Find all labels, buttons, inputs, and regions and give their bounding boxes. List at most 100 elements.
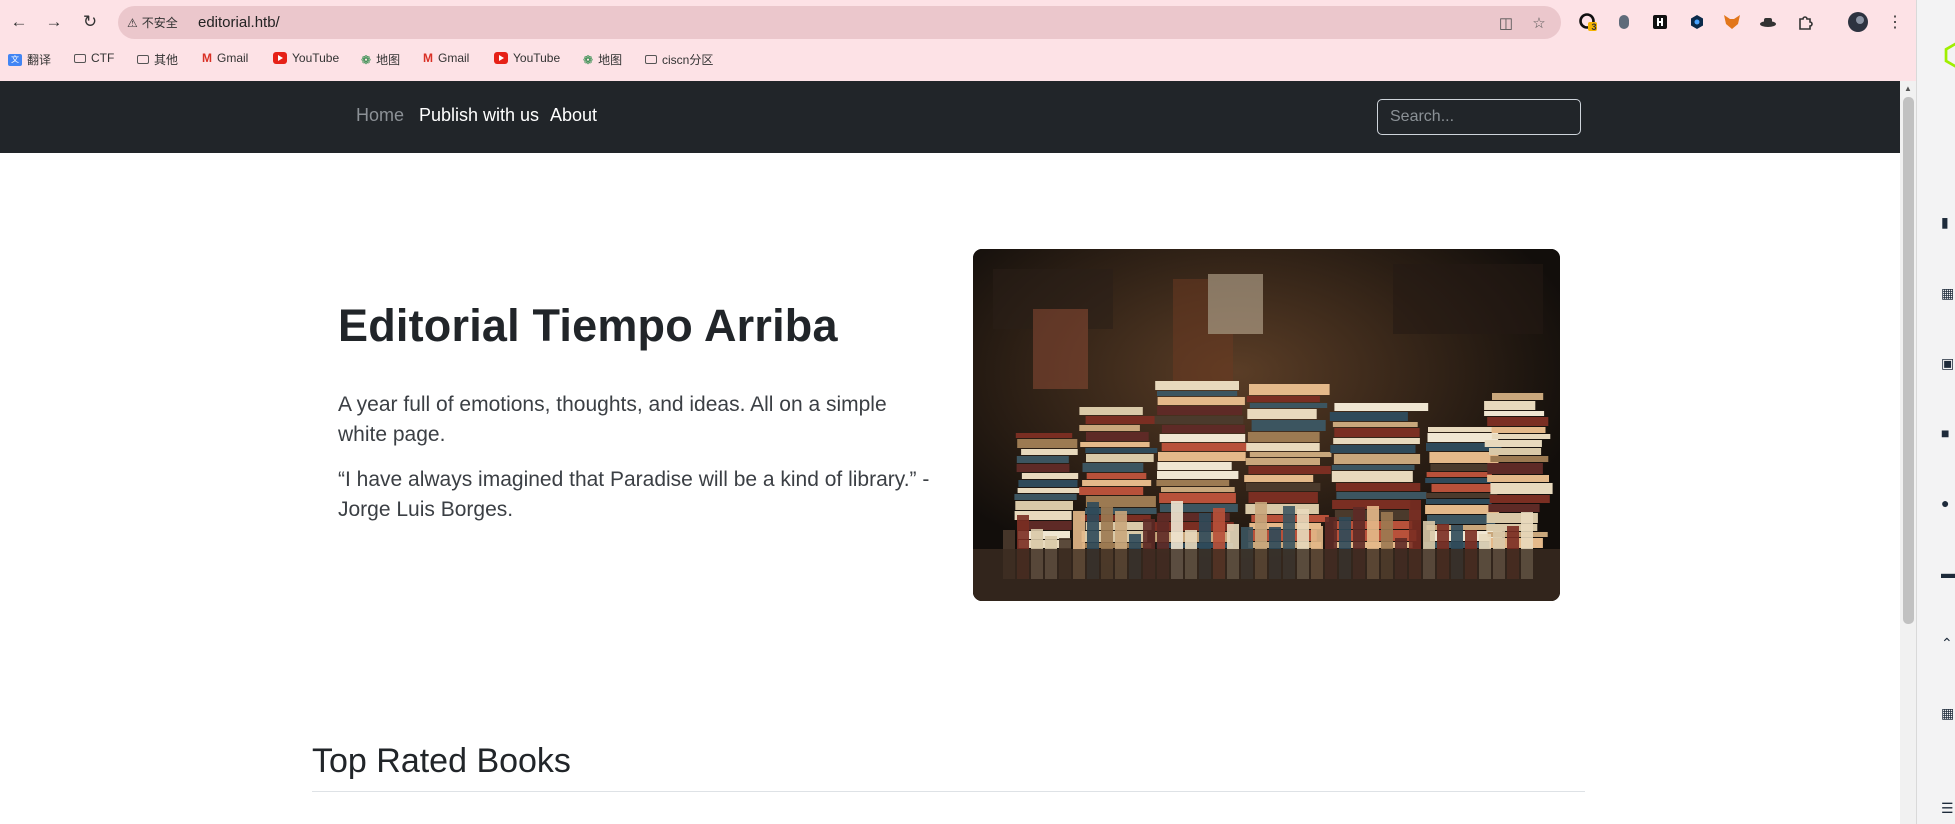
book-spine [1426,493,1498,498]
extension-badge: 3 [1591,22,1597,32]
book-spine [1489,448,1542,455]
bookmark-item[interactable]: YouTube [273,51,339,65]
book-spine [1490,456,1549,462]
warning-triangle-icon: ⚠ [127,15,138,30]
bookmark-item[interactable]: YouTube [494,51,560,65]
bookstore-hero-image [973,249,1560,601]
book-spine [1249,384,1330,395]
search-input[interactable] [1377,99,1581,135]
book-spine [1425,478,1492,483]
sidepanel-book-icon[interactable]: ▮ [1941,214,1955,229]
books-illustration [973,249,1560,601]
book-spine [1086,432,1149,441]
gmail-icon: M [202,51,212,65]
bookmark-folder[interactable]: ciscn分区 [645,51,713,68]
sidepanel-lock-icon[interactable]: ■ [1941,425,1955,440]
book-spine [1082,480,1152,486]
bookmark-folder[interactable]: CTF [74,51,114,65]
security-label: 不安全 [141,16,178,30]
book-spine [1156,480,1230,486]
reload-icon[interactable]: ↻ [79,11,101,33]
gmail-icon: M [423,51,433,65]
book-spine [1158,452,1246,461]
book-spine [1334,428,1420,437]
book-spine [1014,494,1077,500]
extension-mouse-icon[interactable] [1614,12,1634,32]
book-spine [1251,420,1326,431]
bookmark-item[interactable]: 文翻译 [8,51,51,68]
address-bar[interactable]: ⚠ 不安全 editorial.htb/ ◫ ☆ [118,6,1561,39]
bookmark-star-icon[interactable]: ☆ [1529,13,1549,33]
folder-icon [137,55,149,64]
book-spine [1429,452,1499,463]
scroll-up-arrow-icon[interactable]: ▲ [1904,84,1912,93]
nav-home-link[interactable]: Home [356,105,404,126]
book-spine [1249,403,1328,408]
url-text[interactable]: editorial.htb/ [198,14,280,31]
nav-publish-link[interactable]: Publish with us [419,105,539,126]
youtube-icon [494,52,508,64]
extension-hexagon-icon[interactable] [1687,12,1707,32]
browser-menu-icon[interactable]: ⋮ [1885,12,1905,32]
sidepanel-list-icon[interactable]: ☰ [1941,800,1955,815]
sidepanel-shield-icon[interactable]: ● [1941,495,1955,510]
book-spine [1426,499,1492,504]
book-spine [1484,401,1536,410]
security-indicator[interactable]: ⚠ 不安全 [127,14,178,31]
book-spine [1086,473,1147,479]
nav-about-link[interactable]: About [550,105,597,126]
bookmarks-bar: 文翻译 CTF 其他 M Gmail YouTube ❁ 地图 M Gmail You… [0,48,1916,72]
sidepanel-calendar2-icon[interactable]: ▦ [1941,705,1955,720]
book-spine [1334,403,1429,411]
book-spine [1157,462,1232,470]
bookmark-item[interactable]: M Gmail [202,51,248,65]
translate-icon: 文 [8,53,22,66]
book-spine [1157,406,1243,415]
book-spine [1335,483,1421,491]
bookmark-folder[interactable]: 其他 [137,51,178,68]
book-spine [1487,417,1549,426]
book-spine [1157,471,1239,479]
book-spine [1426,472,1492,477]
translate-icon[interactable]: ◫ [1496,13,1516,33]
book-spine [1085,448,1158,453]
folder-icon [645,55,657,64]
bookmark-item[interactable]: ❁ 地图 [361,51,400,68]
book-spine [1015,433,1073,438]
book-spine [1248,466,1331,474]
book-spine [1491,427,1546,433]
forward-arrow-icon[interactable]: → [43,11,65,33]
book-spine [1017,439,1078,448]
extension-hat-icon[interactable] [1758,12,1778,32]
book-spine [1021,449,1078,455]
hackthebox-logo-icon[interactable]: ⬡ [1943,38,1955,78]
book-spine [1484,440,1542,447]
profile-avatar-icon[interactable] [1848,12,1868,32]
extensions-puzzle-icon[interactable] [1795,12,1815,32]
bookmark-item[interactable]: ❁ 地图 [583,51,622,68]
book-spine [1016,464,1070,472]
scrollbar-thumb[interactable] [1903,97,1914,624]
extension-fox-icon[interactable] [1722,12,1742,32]
extension-hackbar-icon[interactable] [1650,12,1670,32]
browser-chrome: ← → ↻ ⚠ 不安全 editorial.htb/ ◫ ☆ 3 ⋮ 文 翻译 … [0,0,1916,81]
book-spine [1161,487,1235,492]
book-spine [1428,427,1498,432]
book-spine [1331,465,1415,470]
book-spine [1079,487,1144,495]
bookmark-item[interactable]: M Gmail [423,51,469,65]
book-spine [1487,475,1549,482]
book-spine [1159,434,1246,442]
page-title: Editorial Tiempo Arriba [338,300,838,351]
back-arrow-icon[interactable]: ← [8,11,30,33]
sidepanel-calendar-icon[interactable]: ▦ [1941,285,1955,300]
hero-quote: “I have always imagined that Paradise wi… [338,468,930,521]
book-spine [1157,397,1245,405]
sidepanel-chevron-up-icon[interactable]: ⌃ [1941,635,1955,650]
book-spine [1247,432,1320,442]
book-spine [1086,454,1154,462]
book-spine [1336,492,1427,499]
sidepanel-stack-icon[interactable]: ▬ [1941,565,1955,580]
sidepanel-box-icon[interactable]: ▣ [1941,355,1955,370]
top-rated-heading: Top Rated Books [312,742,571,780]
